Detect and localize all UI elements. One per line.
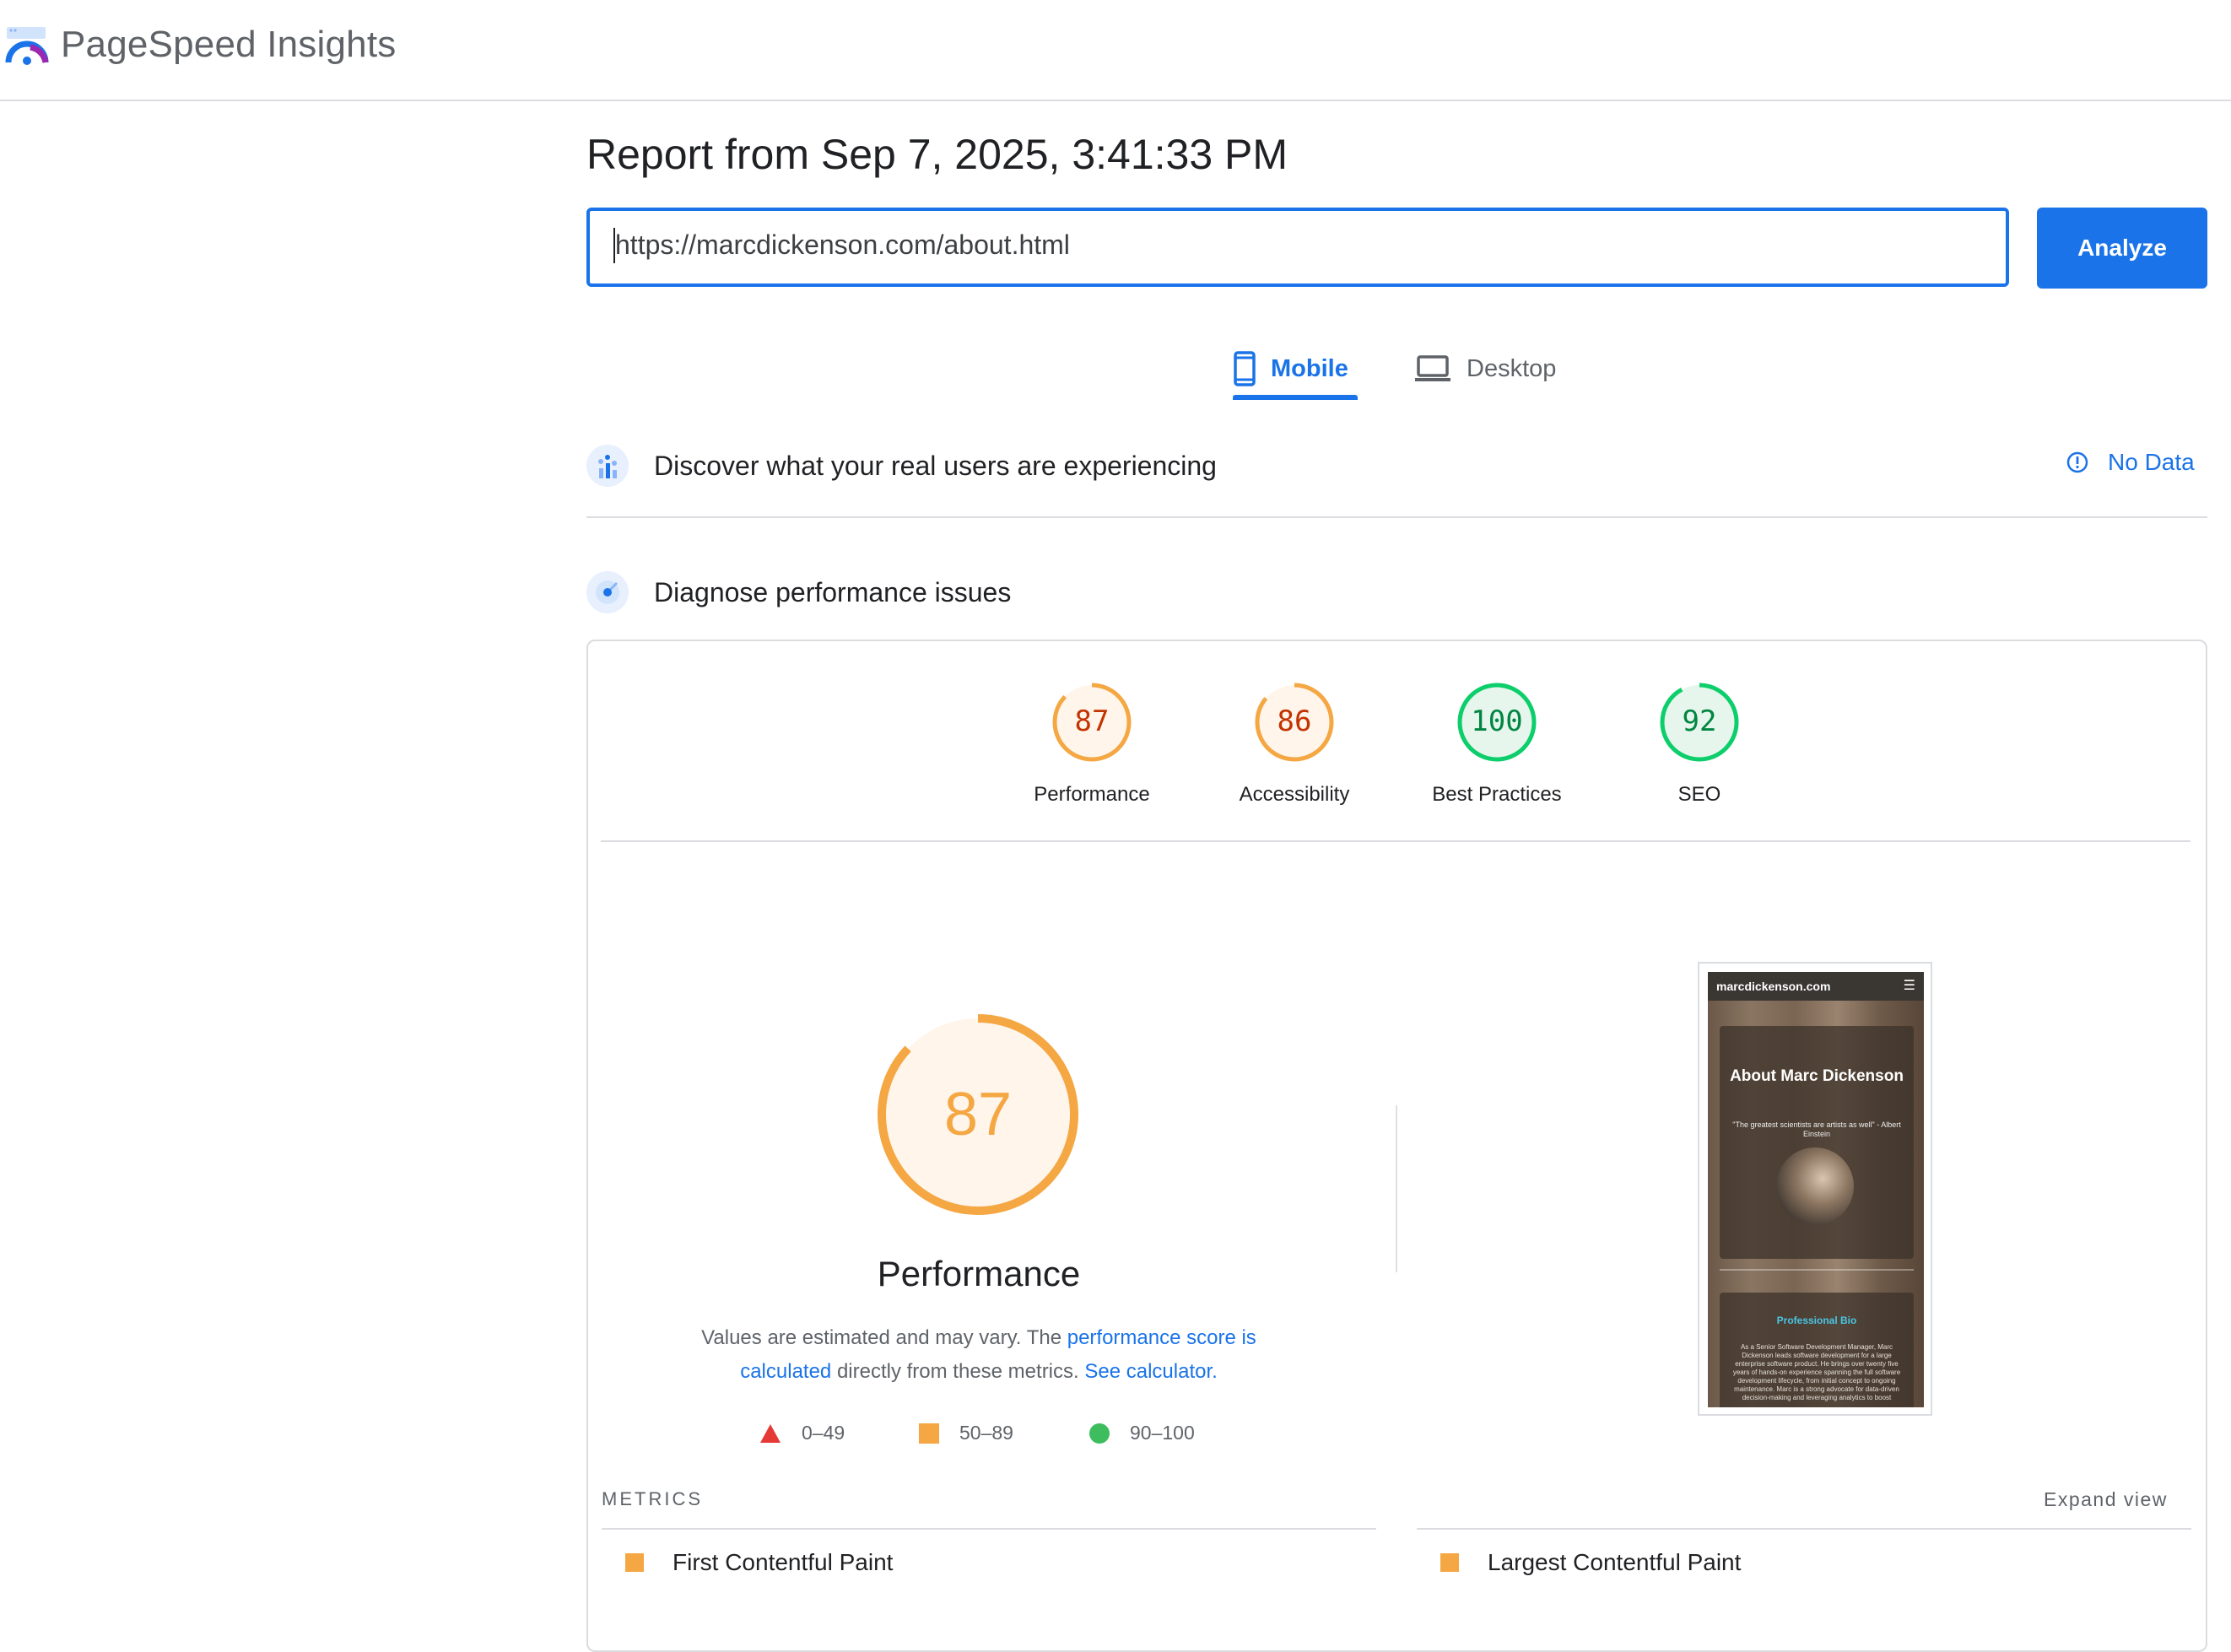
metric-fcp-label: First Contentful Paint [673, 1549, 894, 1575]
score-value: 87 [1075, 705, 1110, 738]
report-title: Report from Sep 7, 2025, 3:41:33 PM [586, 131, 1288, 178]
score-value: 92 [1683, 705, 1717, 738]
score-label-1: Accessibility [1239, 783, 1350, 806]
url-input[interactable]: https://marcdickenson.com/about.html [586, 208, 2009, 287]
screenshot-bio-heading: Professional Bio [1776, 1315, 1857, 1326]
screenshot-heading: About Marc Dickenson [1730, 1067, 1904, 1085]
score-gauge-1[interactable]: 86 [1252, 680, 1337, 764]
metric-lcp[interactable]: Largest Contentful Paint [1440, 1549, 1741, 1576]
legend-average: 50–89 [919, 1422, 1013, 1444]
page-screenshot[interactable]: marcdickenson.com ☰ About Marc Dickenson… [1698, 962, 1932, 1416]
score-gauge-2[interactable]: 100 [1455, 680, 1539, 764]
performance-score-large: 87 [944, 1081, 1012, 1148]
square-icon [919, 1423, 939, 1444]
circle-icon [1089, 1423, 1110, 1444]
hamburger-menu-icon: ☰ [1903, 979, 1915, 993]
score-label-2: Best Practices [1432, 783, 1562, 806]
info-icon [2066, 451, 2088, 473]
score-value: 86 [1278, 705, 1312, 738]
vertical-divider [1396, 1105, 1397, 1272]
square-icon [1440, 1553, 1459, 1572]
legend-fail: 0–49 [759, 1422, 845, 1444]
performance-gauge-large: 87 [878, 1014, 1078, 1215]
app-title[interactable]: PageSpeed Insights [61, 24, 396, 66]
triangle-icon [760, 1423, 781, 1443]
performance-desc-text: Values are estimated and may vary. The [701, 1326, 1067, 1349]
performance-title: Performance [877, 1254, 1081, 1293]
field-data-title[interactable]: Discover what your real users are experi… [654, 451, 1217, 482]
performance-description: Values are estimated and may vary. The p… [658, 1321, 1299, 1389]
gauges-divider [601, 840, 2190, 842]
score-gauge-0[interactable]: 87 [1050, 680, 1134, 764]
score-label-0: Performance [1034, 783, 1150, 806]
metrics-divider-right [1417, 1528, 2191, 1530]
legend-fail-label: 0–49 [802, 1422, 845, 1444]
tab-desktop[interactable]: Desktop [1414, 337, 1556, 400]
smartphone-icon [1234, 351, 1256, 386]
performance-desc-text-2: directly from these metrics. [831, 1360, 1085, 1383]
metrics-divider-left [602, 1528, 1376, 1530]
active-tab-indicator [1233, 395, 1358, 400]
users-chart-icon [586, 445, 629, 487]
screenshot-viewport: marcdickenson.com ☰ About Marc Dickenson… [1708, 972, 1924, 1407]
pagespeed-logo-icon[interactable] [5, 25, 49, 66]
screenshot-bio-card: Professional Bio As a Senior Software De… [1720, 1293, 1914, 1407]
metrics-heading: METRICS [602, 1488, 703, 1509]
legend-pass-label: 90–100 [1130, 1422, 1195, 1444]
tab-mobile[interactable]: Mobile [1234, 337, 1348, 400]
radar-icon [586, 571, 629, 613]
screenshot-site-name: marcdickenson.com [1716, 980, 1831, 993]
laptop-icon [1415, 355, 1450, 381]
diagnose-title: Diagnose performance issues [654, 577, 1012, 607]
no-data-indicator[interactable]: No Data [2066, 449, 2195, 476]
legend-average-label: 50–89 [959, 1422, 1013, 1444]
tab-mobile-label: Mobile [1271, 354, 1348, 382]
screenshot-quote: "The greatest scientists are artists as … [1732, 1120, 1901, 1138]
see-calculator-link[interactable]: See calculator. [1084, 1360, 1217, 1383]
metric-lcp-label: Largest Contentful Paint [1488, 1549, 1742, 1575]
screenshot-separator [1720, 1269, 1914, 1271]
screenshot-hero-card: About Marc Dickenson "The greatest scien… [1720, 1026, 1914, 1259]
score-value: 100 [1471, 705, 1522, 738]
expand-view-button[interactable]: Expand view [2044, 1488, 2168, 1511]
no-data-label: No Data [2108, 449, 2195, 475]
metric-fcp[interactable]: First Contentful Paint [625, 1549, 893, 1576]
url-input-value: https://marcdickenson.com/about.html [615, 229, 1070, 260]
analyze-button[interactable]: Analyze [2037, 208, 2207, 289]
avatar [1776, 1147, 1854, 1225]
screenshot-navbar: marcdickenson.com ☰ [1708, 972, 1924, 1001]
square-icon [625, 1553, 644, 1572]
legend-pass: 90–100 [1089, 1422, 1195, 1444]
score-label-3: SEO [1677, 783, 1721, 806]
screenshot-bio-text: As a Senior Software Development Manager… [1732, 1343, 1901, 1401]
section-divider [586, 516, 2207, 518]
tab-desktop-label: Desktop [1467, 354, 1557, 382]
score-gauge-3[interactable]: 92 [1657, 680, 1742, 764]
